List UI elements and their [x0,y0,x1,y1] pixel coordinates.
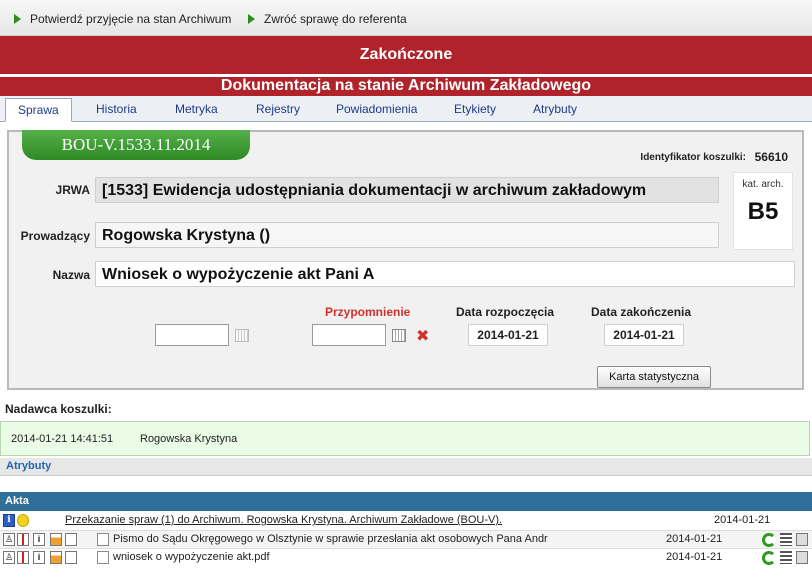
trash-icon[interactable] [796,551,808,564]
person-icon[interactable]: ♙ [3,551,15,564]
end-date-value: 2014-01-21 [604,324,684,346]
return-to-referent-label: Zwróć sprawę do referenta [264,12,407,26]
toolbar: Potwierdź przyjęcie na stan Archiwum Zwr… [0,0,812,36]
calendar-icon[interactable] [235,329,249,342]
attributes-bar: Atrybuty [0,458,812,476]
sender-box: 2014-01-21 14:41:51 Rogowska Krystyna [0,421,810,456]
document-date: 2014-01-21 [666,551,723,563]
copy-icon[interactable] [65,551,77,564]
tab-powiadomienia[interactable]: Powiadomienia [324,98,429,122]
jrwa-field: [1533] Ewidencja udostępniania dokumenta… [95,177,719,203]
flag-icon[interactable] [17,533,29,546]
list-icon[interactable] [780,551,792,564]
document-icon [97,533,109,546]
document-date: 2014-01-21 [666,533,723,545]
page-subtitle: Dokumentacja na stanie Archiwum Zakładow… [0,74,812,96]
sender-datetime: 2014-01-21 14:41:51 [11,433,114,445]
tab-historia[interactable]: Historia [84,98,149,122]
attributes-link[interactable]: Atrybuty [6,460,51,472]
archive-category-box: kat. arch. B5 [733,172,793,250]
owner-label: Prowadzący [20,229,90,243]
case-id-value: 56610 [754,150,788,164]
edit-icon[interactable] [50,533,62,546]
sender-label: Nadawca koszulki: [5,402,112,416]
status-dot-icon [17,514,29,527]
tab-metryka[interactable]: Metryka [163,98,230,122]
akta-main-date: 2014-01-21 [714,514,771,526]
jrwa-label: JRWA [55,183,90,197]
archive-category-value: B5 [747,198,779,225]
archive-category-label: kat. arch. [742,179,784,190]
akta-header: Akta [0,492,812,511]
case-signature: BOU-V.1533.11.2014 [22,130,250,160]
akta-main-link[interactable]: Przekazanie spraw (1) do Archiwum. Rogow… [65,514,585,526]
status-title: Zakończone [0,36,812,74]
confirm-archive-button[interactable]: Potwierdź przyjęcie na stan Archiwum [14,11,231,27]
end-date-label: Data zakończenia [591,305,692,319]
owner-field: Rogowska Krystyna () [95,222,719,248]
case-panel [7,130,804,390]
return-to-referent-button[interactable]: Zwróć sprawę do referenta [248,11,407,27]
start-date-value: 2014-01-21 [468,324,548,346]
info-icon[interactable]: i [33,533,45,546]
table-row: ♙ i wniosek o wypożyczenie akt.pdf 2014-… [0,548,812,566]
confirm-archive-label: Potwierdź przyjęcie na stan Archiwum [30,12,232,26]
case-id-label: Identyfikator koszulki: [640,152,746,163]
sender-name: Rogowska Krystyna [140,433,238,445]
table-row: ♙ i Pismo do Sądu Okręgowego w Olsztynie… [0,530,812,548]
reminder-input[interactable] [312,324,386,346]
tab-atrybuty[interactable]: Atrybuty [521,98,589,122]
copy-icon[interactable] [65,533,77,546]
list-icon[interactable] [780,533,792,546]
trash-icon[interactable] [796,533,808,546]
person-icon[interactable]: ♙ [3,533,15,546]
akta-main-row: i Przekazanie spraw (1) do Archiwum. Rog… [0,512,812,530]
tab-bar: Sprawa Historia Metryka Rejestry Powiado… [0,96,812,122]
name-label: Nazwa [52,268,90,282]
play-icon [14,14,21,24]
name-field[interactable]: Wniosek o wypożyczenie akt Pani A [95,261,795,287]
info-icon[interactable]: i [3,514,15,527]
date-input-1[interactable] [155,324,229,346]
flag-icon[interactable] [17,551,29,564]
tab-etykiety[interactable]: Etykiety [442,98,508,122]
refresh-icon[interactable] [762,551,776,565]
edit-icon[interactable] [50,551,62,564]
refresh-icon[interactable] [762,533,776,547]
clear-reminder-icon[interactable]: ✖ [416,329,429,345]
document-title[interactable]: Pismo do Sądu Okręgowego w Olsztynie w s… [113,533,583,545]
calendar-icon[interactable] [392,329,406,342]
statistical-card-button[interactable]: Karta statystyczna [597,366,711,388]
start-date-label: Data rozpoczęcia [456,305,555,319]
tab-rejestry[interactable]: Rejestry [244,98,312,122]
document-title[interactable]: wniosek o wypożyczenie akt.pdf [113,551,583,563]
reminder-label: Przypomnienie [325,305,411,319]
document-icon [97,551,109,564]
tab-sprawa[interactable]: Sprawa [5,98,72,122]
info-icon[interactable]: i [33,551,45,564]
play-icon [248,14,255,24]
